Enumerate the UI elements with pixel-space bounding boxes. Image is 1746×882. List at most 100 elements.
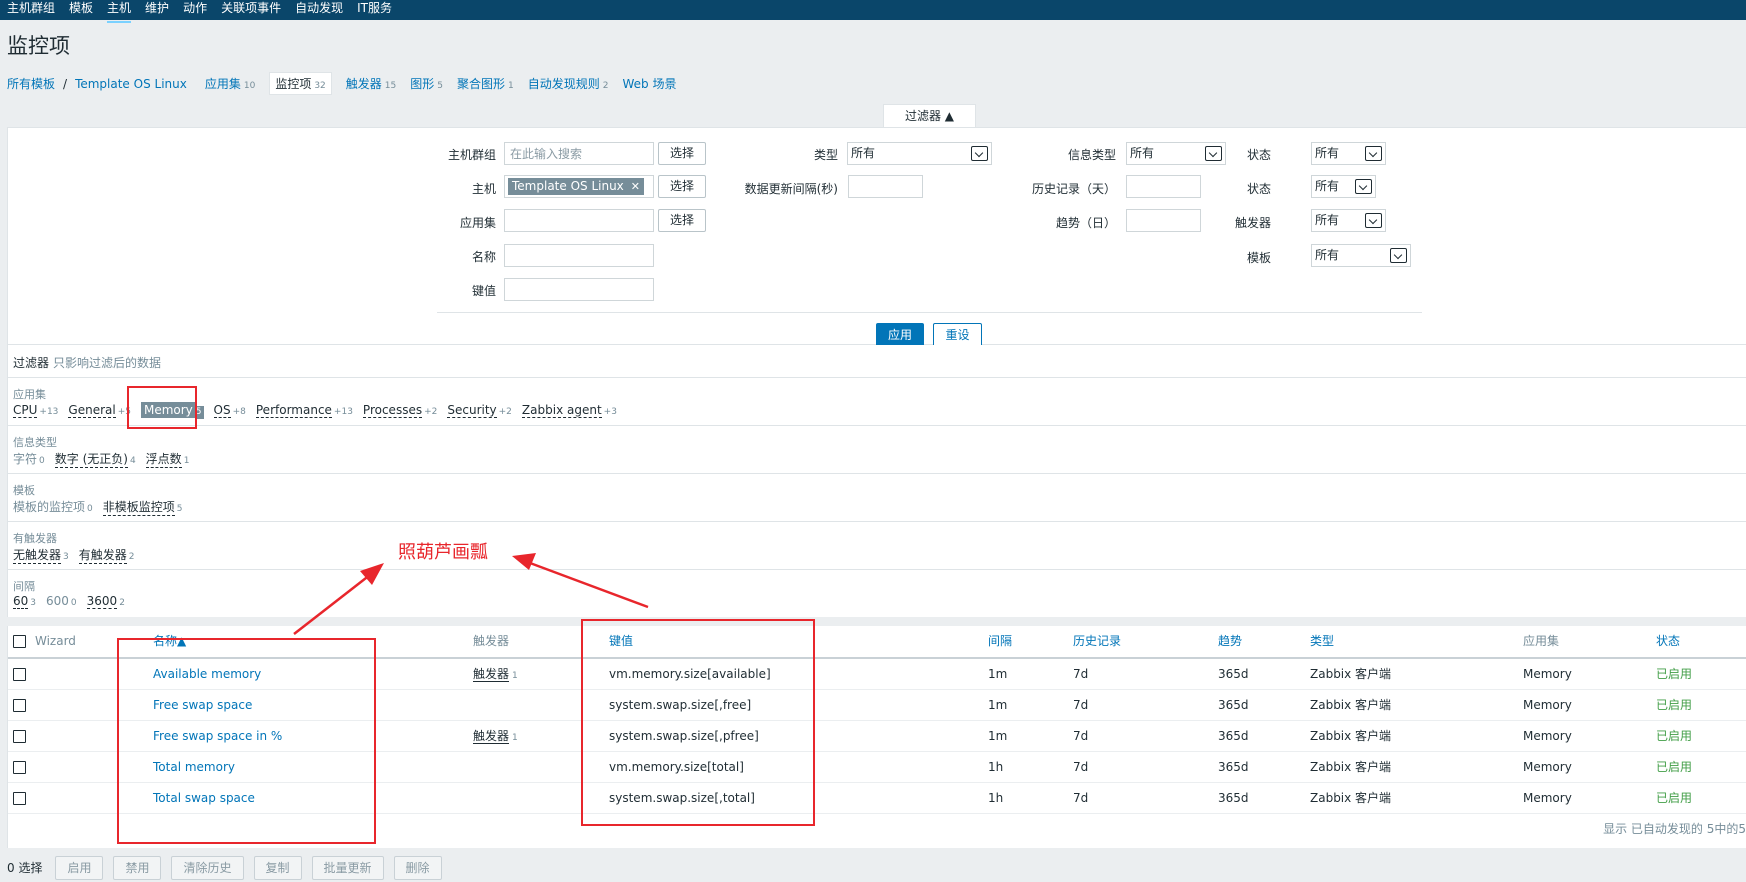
nav-templates[interactable]: 模板 — [62, 0, 100, 20]
item-application: Memory — [1523, 729, 1572, 743]
subfilter-value-3600[interactable]: 3600 2 — [86, 594, 125, 609]
item-status-link[interactable]: 已启用 — [1656, 690, 1692, 721]
trigger-link[interactable]: 触发器 — [473, 729, 510, 744]
nav-actions[interactable]: 动作 — [176, 0, 214, 20]
nav-maintenance[interactable]: 维护 — [138, 0, 176, 20]
tab-web-scenarios[interactable]: Web 场景 — [623, 75, 677, 92]
row-checkbox[interactable] — [13, 668, 26, 681]
annotation-box-memory — [127, 386, 197, 429]
chevron-down-icon — [971, 146, 988, 161]
name-input[interactable] — [504, 244, 654, 267]
item-status-link[interactable]: 已启用 — [1656, 659, 1692, 690]
nav-hosts[interactable]: 主机 — [100, 0, 138, 23]
tab-count: 5 — [437, 81, 443, 91]
reset-button[interactable]: 重设 — [933, 323, 982, 347]
info-type-select-value: 所有 — [1130, 146, 1155, 160]
subfilter-section-title: 应用集 — [13, 388, 46, 401]
nav-it-services[interactable]: IT服务 — [350, 0, 399, 20]
subfilter-value-count: +2 — [498, 407, 512, 417]
subfilter-value-no-triggers[interactable]: 无触发器 3 — [13, 546, 69, 564]
breadcrumb-all-templates[interactable]: 所有模板 — [7, 75, 55, 92]
application-input[interactable] — [504, 209, 654, 232]
copy-button[interactable]: 复制 — [253, 855, 302, 880]
subfilter-value-label: OS — [213, 403, 231, 418]
status-select[interactable]: 所有 — [1311, 175, 1376, 198]
host-chip[interactable]: Template OS Linux ✕ — [508, 178, 644, 195]
subfilter-value-60[interactable]: 60 3 — [13, 594, 36, 609]
tab-graphs[interactable]: 图形 5 — [410, 75, 443, 92]
enable-button[interactable]: 启用 — [55, 855, 104, 880]
key-input[interactable] — [504, 278, 654, 301]
subfilter-section-applications: 应用集 CPU +13 General +5 Memory 5 OS +8 Perfor… — [8, 377, 1746, 425]
disable-button[interactable]: 禁用 — [113, 855, 162, 880]
tab-label: 应用集 — [204, 77, 241, 91]
row-checkbox[interactable] — [13, 792, 26, 805]
column-header-triggers: 触发器 — [473, 634, 510, 648]
subfilter-value-char: 字符 0 — [13, 450, 45, 467]
trigger-link[interactable]: 触发器 — [473, 667, 510, 682]
clear-history-button[interactable]: 清除历史 — [171, 855, 244, 880]
row-checkbox[interactable] — [13, 761, 26, 774]
item-triggers[interactable]: 触发器 1 — [473, 721, 518, 754]
delete-button[interactable]: 删除 — [393, 855, 442, 880]
host-select-button[interactable]: 选择 — [658, 175, 706, 198]
tab-screens[interactable]: 聚合图形 1 — [457, 75, 514, 92]
item-triggers[interactable]: 触发器 1 — [473, 659, 518, 692]
trends-input[interactable] — [1126, 209, 1201, 232]
item-status-link[interactable]: 已启用 — [1656, 721, 1692, 752]
filter-toggle-tab[interactable]: 过滤器 ▲ — [883, 104, 976, 128]
tab-applications[interactable]: 应用集 10 — [205, 75, 255, 92]
top-nav: 主机群组 模板 主机 维护 动作 关联项事件 自动发现 IT服务 — [0, 0, 1746, 23]
tab-triggers[interactable]: 触发器 15 — [346, 75, 396, 92]
chevron-down-icon — [1365, 146, 1382, 161]
subfilter-value-cpu[interactable]: CPU +13 — [13, 403, 58, 418]
nav-hostgroups[interactable]: 主机群组 — [0, 0, 62, 20]
apply-button[interactable]: 应用 — [876, 323, 924, 347]
history-input[interactable] — [1126, 175, 1201, 198]
hostgroup-select-button[interactable]: 选择 — [658, 142, 706, 165]
select-all-checkbox[interactable] — [13, 635, 26, 648]
subfilter-value-os[interactable]: OS +8 — [213, 403, 246, 418]
type-select[interactable]: 所有 — [847, 142, 992, 165]
column-header-applications: 应用集 — [1523, 634, 1560, 648]
info-type-select[interactable]: 所有 — [1126, 142, 1226, 165]
item-status-link[interactable]: 已启用 — [1656, 752, 1692, 783]
item-status-link[interactable]: 已启用 — [1656, 783, 1692, 814]
item-history: 7d — [1073, 760, 1089, 774]
subfilter-value-processes[interactable]: Processes +2 — [362, 403, 437, 418]
subfilter-value-zabbix-agent[interactable]: Zabbix agent +3 — [521, 403, 617, 418]
interval-input[interactable] — [848, 175, 923, 198]
subfilter-value-count: 1 — [183, 456, 190, 466]
subfilter-value-performance[interactable]: Performance +13 — [255, 403, 353, 418]
tab-items[interactable]: 监控项 32 — [269, 72, 332, 95]
subfilter-value-security[interactable]: Security +2 — [447, 403, 512, 418]
triggers-select[interactable]: 所有 — [1311, 209, 1386, 232]
column-header-trends[interactable]: 趋势 — [1218, 626, 1242, 657]
tab-discovery-rules[interactable]: 自动发现规则 2 — [528, 75, 609, 92]
subfilter-value-label: 非模板监控项 — [102, 500, 175, 516]
item-type: Zabbix 客户端 — [1310, 729, 1392, 743]
column-header-status[interactable]: 状态 — [1656, 626, 1680, 657]
row-checkbox[interactable] — [13, 699, 26, 712]
subfilter-value-non-template-items[interactable]: 非模板监控项 5 — [102, 498, 183, 516]
mass-update-button[interactable]: 批量更新 — [311, 855, 384, 880]
tab-label: 图形 — [410, 77, 435, 91]
subfilter-value-has-triggers[interactable]: 有触发器 2 — [78, 546, 135, 564]
hostgroup-search-input[interactable] — [504, 142, 654, 165]
subfilter-value-numeric-unsigned[interactable]: 数字 (无正负) 4 — [54, 450, 136, 468]
subfilter-value-600: 600 0 — [46, 594, 77, 608]
column-header-interval[interactable]: 间隔 — [988, 626, 1012, 657]
subfilter-value-float[interactable]: 浮点数 1 — [145, 450, 190, 468]
template-select[interactable]: 所有 — [1311, 244, 1411, 267]
subfilter-value-general[interactable]: General +5 — [68, 403, 131, 418]
subfilter-value-label: 3600 — [86, 594, 118, 609]
state-select[interactable]: 所有 — [1311, 142, 1386, 165]
column-header-history[interactable]: 历史记录 — [1073, 626, 1121, 657]
column-header-type[interactable]: 类型 — [1310, 626, 1334, 657]
close-icon[interactable]: ✕ — [631, 178, 640, 195]
row-checkbox[interactable] — [13, 730, 26, 743]
breadcrumb-template[interactable]: Template OS Linux — [75, 77, 187, 91]
nav-discovery[interactable]: 自动发现 — [288, 0, 350, 20]
nav-correlation[interactable]: 关联项事件 — [214, 0, 288, 20]
application-select-button[interactable]: 选择 — [658, 209, 706, 232]
